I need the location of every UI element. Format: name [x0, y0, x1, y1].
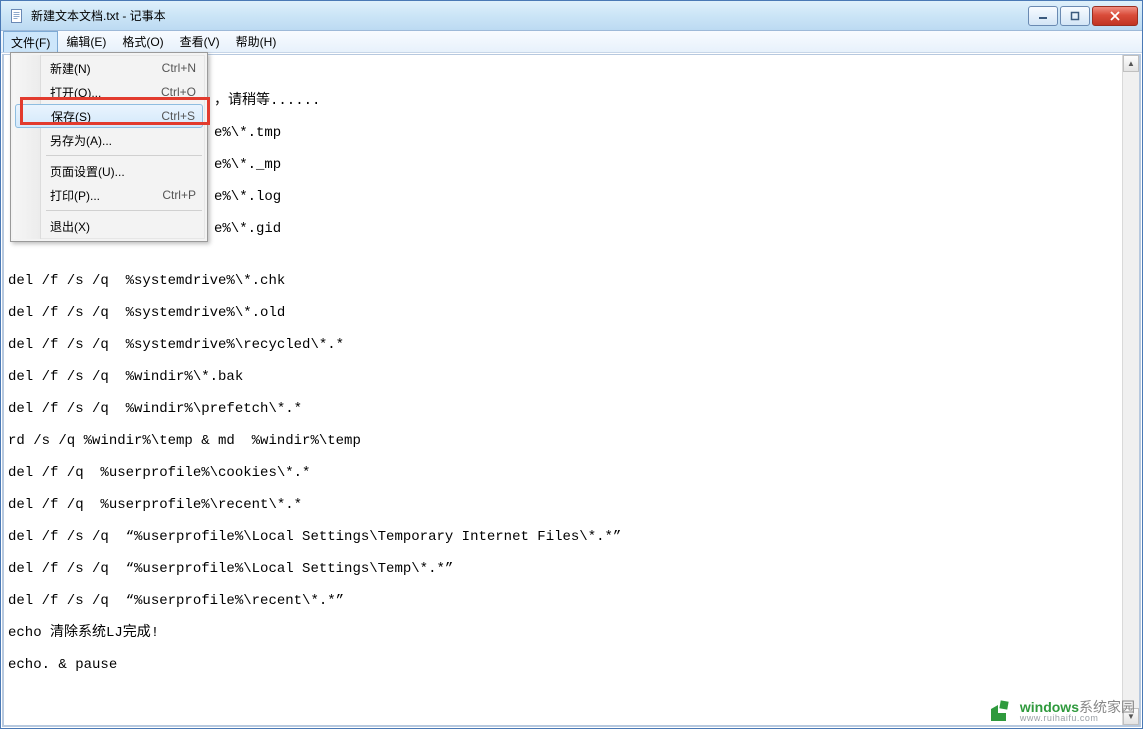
text-line: del /f /q %userprofile%\recent\*.*	[8, 497, 1117, 513]
menu-edit[interactable]: 编辑(E)	[58, 31, 114, 52]
menubar: 文件(F) 编辑(E) 格式(O) 查看(V) 帮助(H)	[1, 31, 1142, 53]
text-line: del /f /s /q %windir%\prefetch\*.*	[8, 401, 1117, 417]
text-line	[8, 321, 1117, 337]
text-line	[8, 353, 1117, 369]
text-line	[8, 257, 1117, 273]
menu-item-shortcut: Ctrl+O	[161, 85, 196, 99]
menu-separator	[46, 210, 202, 211]
text-line: rd /s /q %windir%\temp & md %windir%\tem…	[8, 433, 1117, 449]
menu-file[interactable]: 文件(F)	[3, 31, 58, 52]
text-line: del /f /q %userprofile%\cookies\*.*	[8, 465, 1117, 481]
menu-item-label: 新建(N)	[50, 60, 162, 77]
text-line: echo. & pause	[8, 657, 1117, 673]
document-icon	[9, 8, 25, 24]
text-line	[8, 513, 1117, 529]
text-line: del /f /s /q “%userprofile%\Local Settin…	[8, 529, 1117, 545]
text-line	[8, 609, 1117, 625]
text-line	[8, 545, 1117, 561]
menu-item-打印p[interactable]: 打印(P)...Ctrl+P	[14, 183, 204, 207]
window-title: 新建文本文档.txt - 记事本	[31, 7, 1028, 24]
menu-item-label: 打开(O)...	[50, 84, 161, 101]
menu-item-另存为a[interactable]: 另存为(A)...	[14, 128, 204, 152]
maximize-button[interactable]	[1060, 6, 1090, 26]
text-line: del /f /s /q %systemdrive%\recycled\*.*	[8, 337, 1117, 353]
file-menu-dropdown: 新建(N)Ctrl+N打开(O)...Ctrl+O保存(S)Ctrl+S另存为(…	[10, 52, 208, 242]
menu-item-打开o[interactable]: 打开(O)...Ctrl+O	[14, 80, 204, 104]
menu-item-保存s[interactable]: 保存(S)Ctrl+S	[15, 104, 203, 128]
text-line: del /f /s /q %windir%\*.bak	[8, 369, 1117, 385]
text-line: echo 清除系统LJ完成!	[8, 625, 1117, 641]
menu-item-label: 打印(P)...	[50, 187, 162, 204]
watermark-url: www.ruihaifu.com	[1020, 714, 1135, 723]
scroll-up-button[interactable]: ▲	[1123, 55, 1139, 72]
text-line: del /f /s /q “%userprofile%\recent\*.*”	[8, 593, 1117, 609]
watermark: windows系统家园 www.ruihaifu.com	[988, 699, 1135, 723]
menu-item-shortcut: Ctrl+P	[162, 188, 196, 202]
menu-item-shortcut: Ctrl+N	[162, 61, 196, 75]
minimize-button[interactable]	[1028, 6, 1058, 26]
text-line	[8, 449, 1117, 465]
watermark-logo-icon	[988, 699, 1016, 723]
menu-item-shortcut: Ctrl+S	[161, 109, 195, 123]
menu-help[interactable]: 帮助(H)	[228, 31, 285, 52]
scroll-track[interactable]	[1123, 72, 1139, 708]
menu-item-label: 另存为(A)...	[50, 132, 196, 149]
menu-item-label: 保存(S)	[51, 108, 161, 125]
text-line: del /f /s /q %systemdrive%\*.chk	[8, 273, 1117, 289]
text-line: del /f /s /q “%userprofile%\Local Settin…	[8, 561, 1117, 577]
titlebar: 新建文本文档.txt - 记事本	[1, 1, 1142, 31]
menu-view[interactable]: 查看(V)	[172, 31, 228, 52]
menu-item-退出x[interactable]: 退出(X)	[14, 214, 204, 238]
text-line	[8, 385, 1117, 401]
close-button[interactable]	[1092, 6, 1138, 26]
menu-item-label: 页面设置(U)...	[50, 163, 196, 180]
window-controls	[1028, 6, 1138, 26]
vertical-scrollbar[interactable]: ▲ ▼	[1122, 55, 1139, 725]
text-line: del /f /s /q %systemdrive%\*.old	[8, 305, 1117, 321]
text-line	[8, 481, 1117, 497]
menu-item-新建n[interactable]: 新建(N)Ctrl+N	[14, 56, 204, 80]
text-line	[8, 289, 1117, 305]
text-line	[8, 417, 1117, 433]
menu-item-label: 退出(X)	[50, 218, 196, 235]
menu-format[interactable]: 格式(O)	[114, 31, 171, 52]
text-line	[8, 641, 1117, 657]
menu-separator	[46, 155, 202, 156]
text-line	[8, 577, 1117, 593]
menu-item-页面设置u[interactable]: 页面设置(U)...	[14, 159, 204, 183]
